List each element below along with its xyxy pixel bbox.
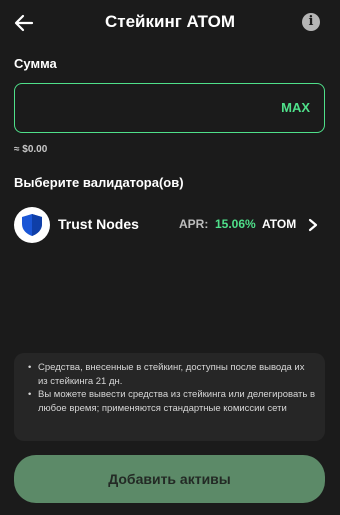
notice-item: Вы можете вывести средства из стейкинга …	[28, 388, 315, 415]
notice-item: Средства, внесенные в стейкинг, доступны…	[28, 361, 315, 388]
apr-label: APR:	[179, 217, 209, 231]
validator-name: Trust Nodes	[58, 216, 139, 232]
amount-field[interactable]: MAX	[14, 83, 325, 133]
shield-icon	[22, 214, 42, 236]
info-icon[interactable]: i	[302, 13, 320, 31]
max-button[interactable]: MAX	[281, 100, 310, 115]
page-title: Стейкинг ATOM	[104, 12, 235, 31]
amount-input[interactable]	[27, 98, 267, 120]
staking-notice: Средства, внесенные в стейкинг, доступны…	[14, 353, 325, 441]
notice-list: Средства, внесенные в стейкинг, доступны…	[14, 353, 325, 415]
validator-section-label: Выберите валидатора(ов)	[14, 175, 184, 190]
apr-unit: ATOM	[262, 217, 297, 231]
header: Стейкинг ATOM i	[0, 0, 340, 46]
apr-value: 15.06%	[215, 217, 256, 231]
validator-row-trust-nodes[interactable]: Trust Nodes APR: 15.06% ATOM	[12, 204, 330, 246]
validator-avatar	[14, 207, 50, 243]
add-assets-button[interactable]: Добавить активы	[14, 455, 325, 503]
fiat-approx-value: ≈ $0.00	[14, 144, 48, 155]
amount-label: Сумма	[14, 56, 57, 71]
chevron-right-icon	[308, 218, 318, 232]
staking-screen: Стейкинг ATOM i Сумма MAX ≈ $0.00 Выбери…	[0, 0, 340, 515]
